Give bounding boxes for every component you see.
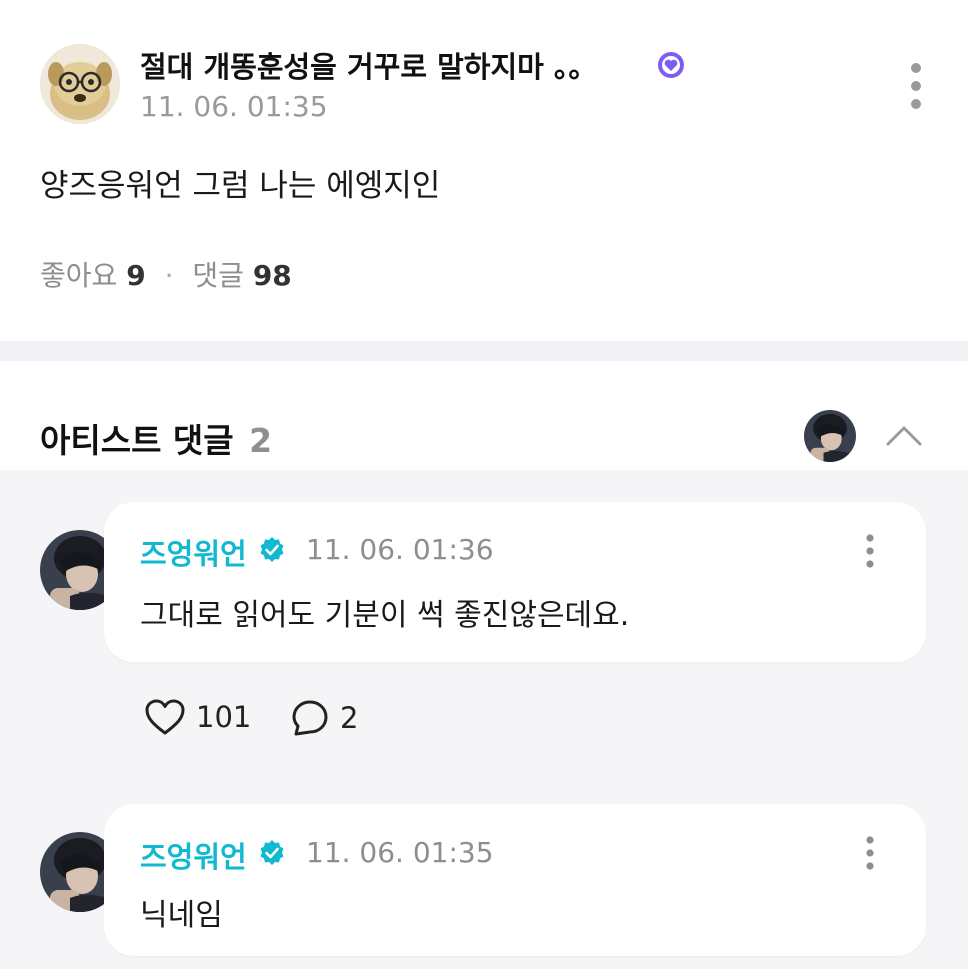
artist-portrait-image	[804, 410, 856, 462]
collapse-chevron-up-icon[interactable]	[878, 410, 930, 462]
speech-bubble-icon	[292, 700, 328, 736]
artist-comments-header: 아티스트 댓글 2	[40, 414, 272, 462]
post-author-name[interactable]: 절대 개똥훈성을 거꾸로 말하지마 。。	[140, 44, 597, 86]
artist-comments-count: 2	[249, 421, 273, 460]
fan-heart-badge-icon	[656, 50, 686, 84]
comment-timestamp: 11. 06. 01:36	[306, 533, 494, 566]
verified-check-icon	[258, 839, 286, 871]
likes-count[interactable]: 9	[126, 259, 145, 292]
stats-separator: ·	[164, 259, 174, 292]
like-count: 101	[196, 700, 252, 734]
post-stats: 좋아요 9 · 댓글 98	[40, 254, 292, 294]
comment-bubble	[104, 502, 926, 662]
reply-button[interactable]: 2	[290, 698, 358, 738]
verified-check-icon	[258, 536, 286, 568]
comment-text: 닉네임	[140, 898, 223, 933]
like-button[interactable]: 101	[144, 698, 251, 736]
comment-text: 그대로 읽어도 기분이 썩 좋진않은데요.	[140, 598, 630, 633]
post-body-text: 양즈응워언 그럼 나는 에엥지인	[40, 168, 441, 204]
artist-avatar-thumbnail[interactable]	[804, 410, 856, 462]
dog-with-glasses-avatar-image	[40, 44, 120, 124]
artist-comments-title: 아티스트 댓글	[40, 421, 234, 460]
comment-bubble	[104, 804, 926, 956]
heart-outline-icon	[145, 699, 185, 735]
post-author-avatar[interactable]	[40, 44, 120, 124]
comment-author-name[interactable]: 즈엉워언	[140, 531, 247, 573]
section-divider	[0, 341, 968, 361]
comments-count[interactable]: 98	[253, 259, 292, 292]
comment-more-options-icon[interactable]	[855, 830, 885, 880]
post-more-options-icon[interactable]	[898, 58, 934, 114]
comments-label: 댓글	[192, 259, 244, 292]
likes-label: 좋아요	[40, 259, 118, 292]
comment-timestamp: 11. 06. 01:35	[306, 836, 494, 869]
comment-more-options-icon[interactable]	[855, 528, 885, 578]
reply-count: 2	[340, 701, 359, 735]
post-timestamp: 11. 06. 01:35	[140, 90, 328, 123]
comment-author-name[interactable]: 즈엉워언	[140, 834, 247, 876]
